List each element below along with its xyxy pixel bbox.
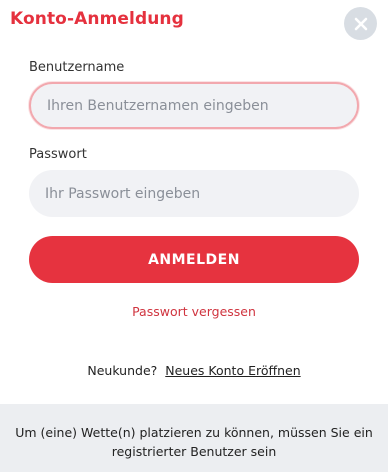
close-button[interactable] (344, 7, 377, 40)
username-input[interactable] (29, 82, 359, 129)
forgot-password-link[interactable]: Passwort vergessen (0, 304, 388, 319)
login-modal: Konto-Anmeldung Benutzername Passwort AN… (0, 0, 388, 472)
footer-notice: Um (eine) Wette(n) platzieren zu können,… (0, 404, 388, 472)
close-icon (354, 17, 367, 30)
password-input[interactable] (29, 170, 359, 217)
register-link[interactable]: Neues Konto Eröffnen (165, 363, 300, 378)
modal-title: Konto-Anmeldung (10, 9, 184, 29)
password-label: Passwort (29, 147, 87, 162)
username-label: Benutzername (29, 60, 125, 75)
register-row: Neukunde? Neues Konto Eröffnen (0, 363, 388, 378)
login-button[interactable]: ANMELDEN (29, 236, 359, 283)
footer-notice-text: Um (eine) Wette(n) platzieren zu können,… (15, 425, 373, 459)
register-prompt: Neukunde? (87, 363, 158, 378)
